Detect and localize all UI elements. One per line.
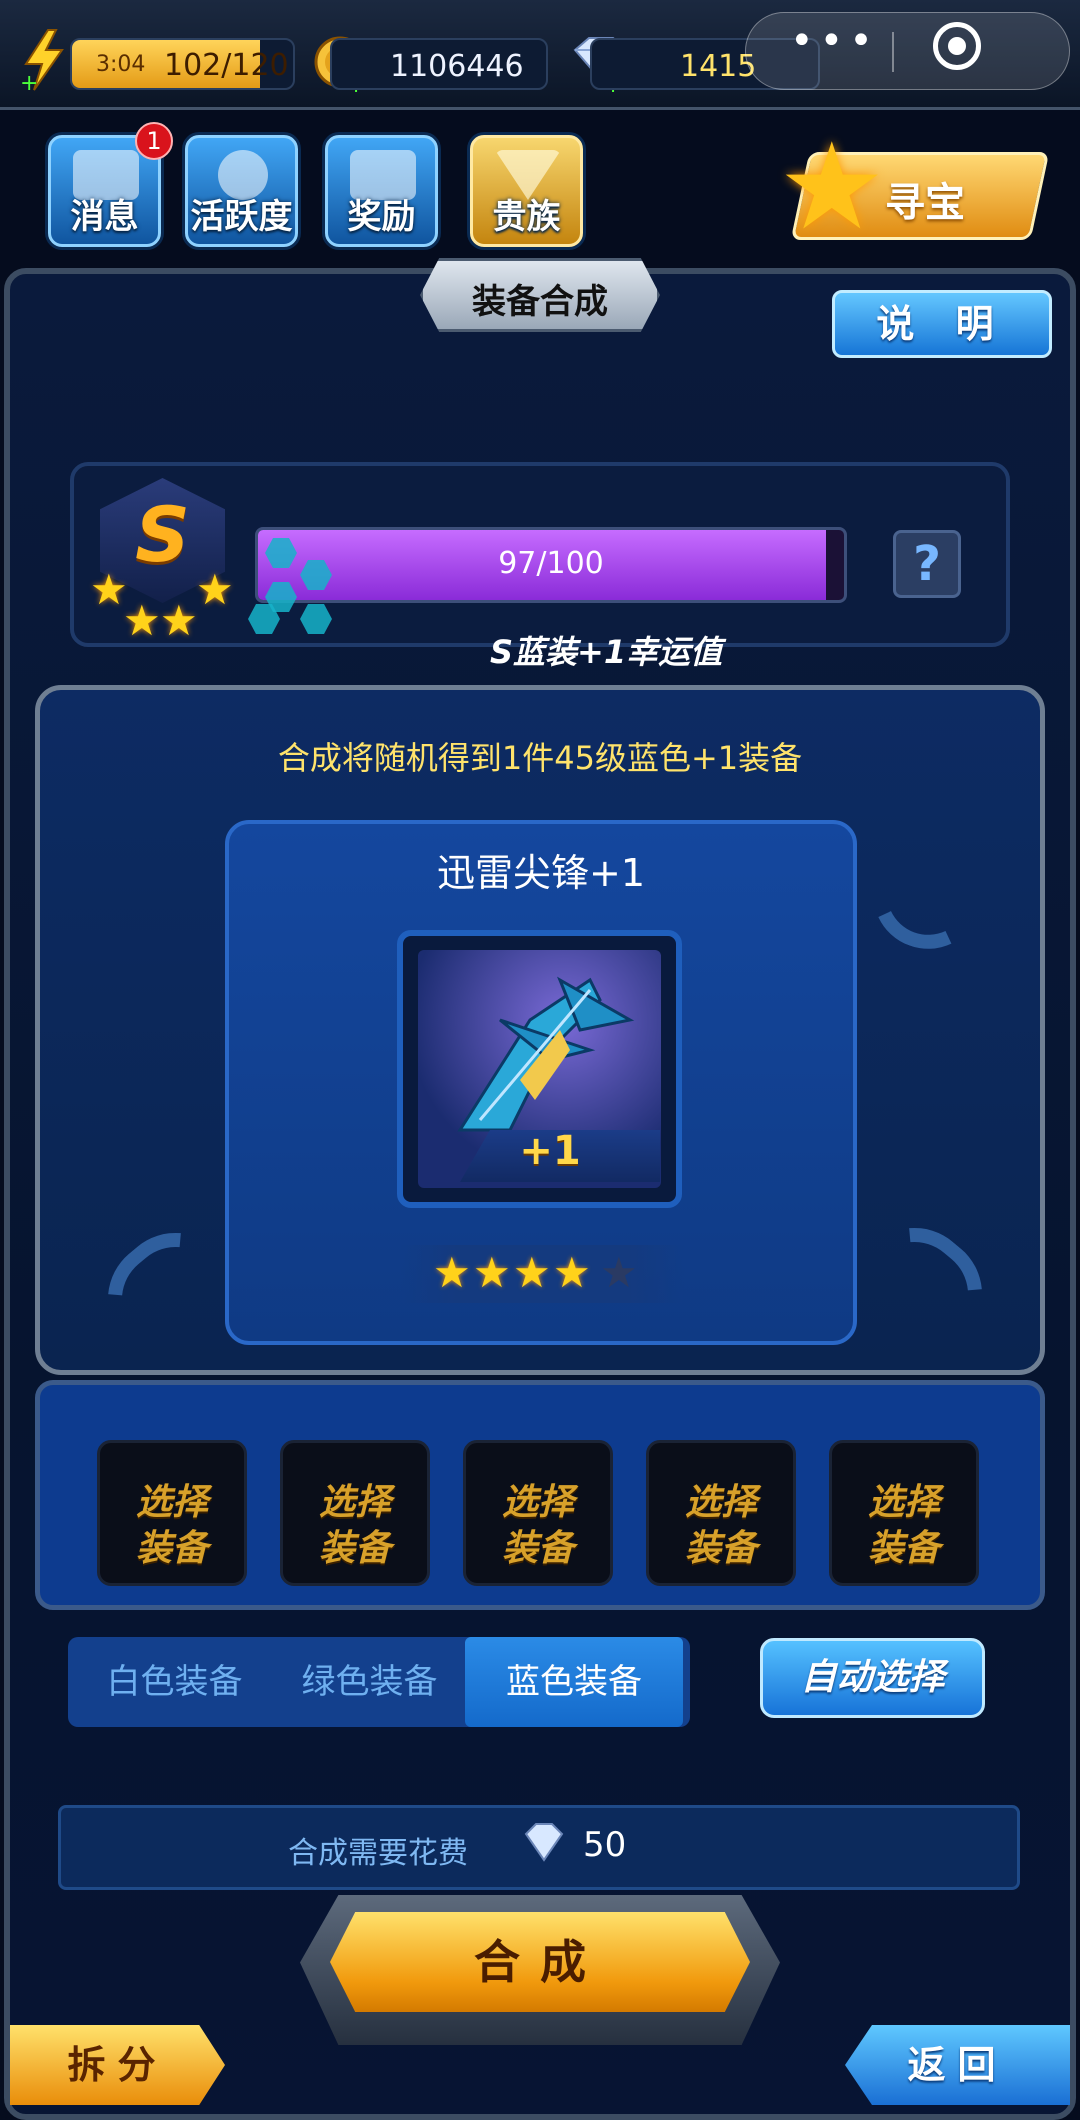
messages-label: 消息	[70, 197, 139, 237]
slot-line1: 选择	[867, 1482, 940, 1523]
activity-label: 活跃度	[190, 197, 293, 237]
grade-star-icon: ★	[90, 565, 128, 614]
cost-label: 合成需要花费	[288, 1836, 468, 1871]
slot-line2: 装备	[135, 1528, 208, 1569]
item-star-icon: ★	[473, 1248, 511, 1297]
slot-line1: 选择	[501, 1482, 574, 1523]
rewards-label: 奖励	[347, 197, 416, 237]
slot-line2: 装备	[501, 1528, 574, 1569]
energy-meter[interactable]: 3:04 102/120	[70, 38, 295, 90]
item-star-icon: ★	[433, 1248, 471, 1297]
grade-star-icon: ★	[196, 565, 234, 614]
slot-line1: 选择	[135, 1482, 208, 1523]
synthesis-hint: 合成将随机得到1件45级蓝色+1装备	[277, 739, 803, 777]
item-star-icon: ★	[513, 1248, 551, 1297]
material-slot[interactable]: 选择 装备	[646, 1440, 796, 1586]
unread-badge: 1	[135, 122, 173, 160]
luck-help-button[interactable]: ?	[893, 530, 961, 598]
material-slot[interactable]: 选择 装备	[463, 1440, 613, 1586]
diamond-icon	[524, 1823, 564, 1862]
tab-white-equipment[interactable]: 白色装备	[72, 1637, 277, 1727]
energy-value: 102/120	[164, 48, 289, 83]
auto-select-button[interactable]: 自动选择	[760, 1638, 985, 1718]
synthesize-button[interactable]: 合成	[330, 1912, 750, 2012]
slot-line2: 装备	[318, 1528, 391, 1569]
grade-star-icon: ★	[123, 596, 161, 645]
grade-star-icon: ★	[160, 596, 198, 645]
star-jet-icon: ★	[778, 118, 886, 257]
instructions-button[interactable]: 说 明	[832, 290, 1052, 358]
coin-value: 1106446	[390, 49, 524, 84]
cost-value: 50	[583, 1825, 627, 1865]
material-slot[interactable]: 选择 装备	[280, 1440, 430, 1586]
treasure-hunt-label: 寻宝	[885, 180, 965, 226]
coin-counter: 1106446	[330, 38, 548, 90]
slot-line2: 装备	[684, 1528, 757, 1569]
result-item-name: 迅雷尖锋+1	[436, 851, 646, 895]
back-button[interactable]: 返回	[845, 2025, 1070, 2105]
item-level-plus: +1	[519, 1128, 581, 1174]
luck-caption: S蓝装+1幸运值	[490, 633, 723, 671]
capsule-divider	[892, 32, 894, 72]
vip-button[interactable]: 贵族	[470, 135, 583, 247]
item-star-empty-icon: ★	[600, 1248, 638, 1297]
material-slot[interactable]: 选择 装备	[829, 1440, 979, 1586]
vip-label: 贵族	[492, 197, 561, 237]
tab-green-equipment[interactable]: 绿色装备	[277, 1637, 462, 1727]
slot-line1: 选择	[684, 1482, 757, 1523]
slot-line1: 选择	[318, 1482, 391, 1523]
material-slot[interactable]: 选择 装备	[97, 1440, 247, 1586]
tab-blue-equipment[interactable]: 蓝色装备	[465, 1637, 683, 1727]
slot-line2: 装备	[867, 1528, 940, 1569]
luck-value: 97/100	[498, 546, 604, 581]
page-title: 装备合成	[472, 282, 608, 322]
rewards-button[interactable]: 奖励	[325, 135, 438, 247]
activity-button[interactable]: 活跃度	[185, 135, 298, 247]
energy-bolt-icon: +	[20, 29, 64, 92]
fighter-jet-icon	[457, 976, 635, 1132]
close-mini-program-icon[interactable]	[933, 22, 981, 70]
split-button[interactable]: 拆分	[10, 2025, 225, 2105]
more-menu-icon[interactable]: •••	[790, 18, 879, 64]
svg-text:+: +	[20, 71, 38, 92]
energy-timer: 3:04	[96, 52, 146, 77]
item-star-icon: ★	[553, 1248, 591, 1297]
